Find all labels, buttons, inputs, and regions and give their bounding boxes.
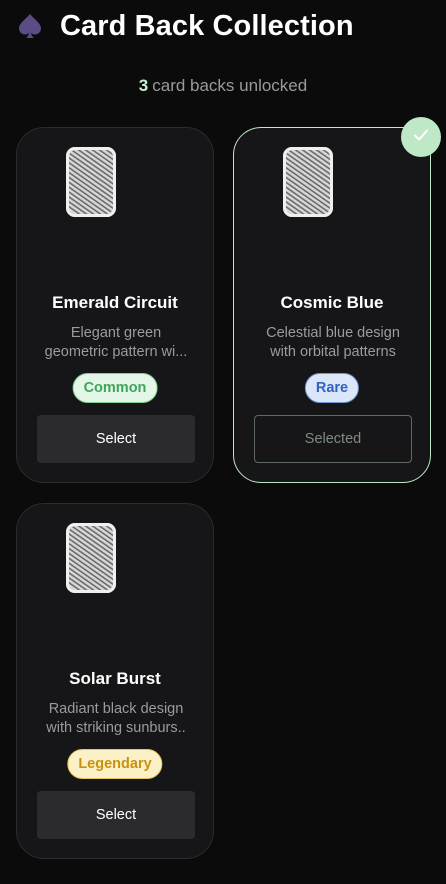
rarity-badge: Rare bbox=[304, 373, 360, 403]
rarity-badge: Common bbox=[72, 373, 158, 403]
card-back-cosmic-blue[interactable]: Cosmic Blue Celestial blue design with o… bbox=[233, 127, 431, 483]
rarity-badge: Legendary bbox=[67, 749, 163, 779]
check-icon bbox=[412, 126, 430, 149]
card-description-line: Radiant black design bbox=[48, 701, 184, 717]
card-name: Solar Burst bbox=[69, 669, 161, 688]
unlocked-summary: 3 card backs unlocked bbox=[0, 76, 446, 96]
card-back-preview bbox=[283, 147, 333, 217]
card-name: Cosmic Blue bbox=[280, 293, 384, 312]
card-back-preview bbox=[66, 523, 116, 593]
card-description-line: geometric pattern wi... bbox=[44, 344, 188, 360]
card-description-line: with orbital patterns bbox=[270, 344, 396, 360]
card-description-line: with striking sunburs.. bbox=[46, 720, 186, 736]
card-back-preview bbox=[66, 147, 116, 217]
page-title: Card Back Collection bbox=[60, 9, 354, 42]
card-description-line: Celestial blue design bbox=[266, 325, 400, 341]
card-back-solar-burst[interactable]: Solar Burst Radiant black design with st… bbox=[16, 503, 214, 859]
select-button[interactable]: Select bbox=[37, 791, 195, 839]
selected-button[interactable]: Selected bbox=[254, 415, 412, 463]
page-header: Card Back Collection bbox=[16, 8, 354, 44]
select-button[interactable]: Select bbox=[37, 415, 195, 463]
card-description: Elegant green geometric pattern wi... bbox=[33, 324, 199, 362]
unlocked-label: card backs unlocked bbox=[152, 76, 308, 95]
card-description: Radiant black design with striking sunbu… bbox=[33, 700, 199, 738]
card-back-emerald-circuit[interactable]: Emerald Circuit Elegant green geometric … bbox=[16, 127, 214, 483]
card-name: Emerald Circuit bbox=[52, 293, 178, 312]
unlocked-count: 3 bbox=[138, 76, 149, 95]
selected-check-badge bbox=[401, 117, 441, 157]
card-description-line: Elegant green bbox=[70, 325, 162, 341]
card-description: Celestial blue design with orbital patte… bbox=[250, 324, 416, 362]
spade-icon bbox=[16, 12, 44, 40]
